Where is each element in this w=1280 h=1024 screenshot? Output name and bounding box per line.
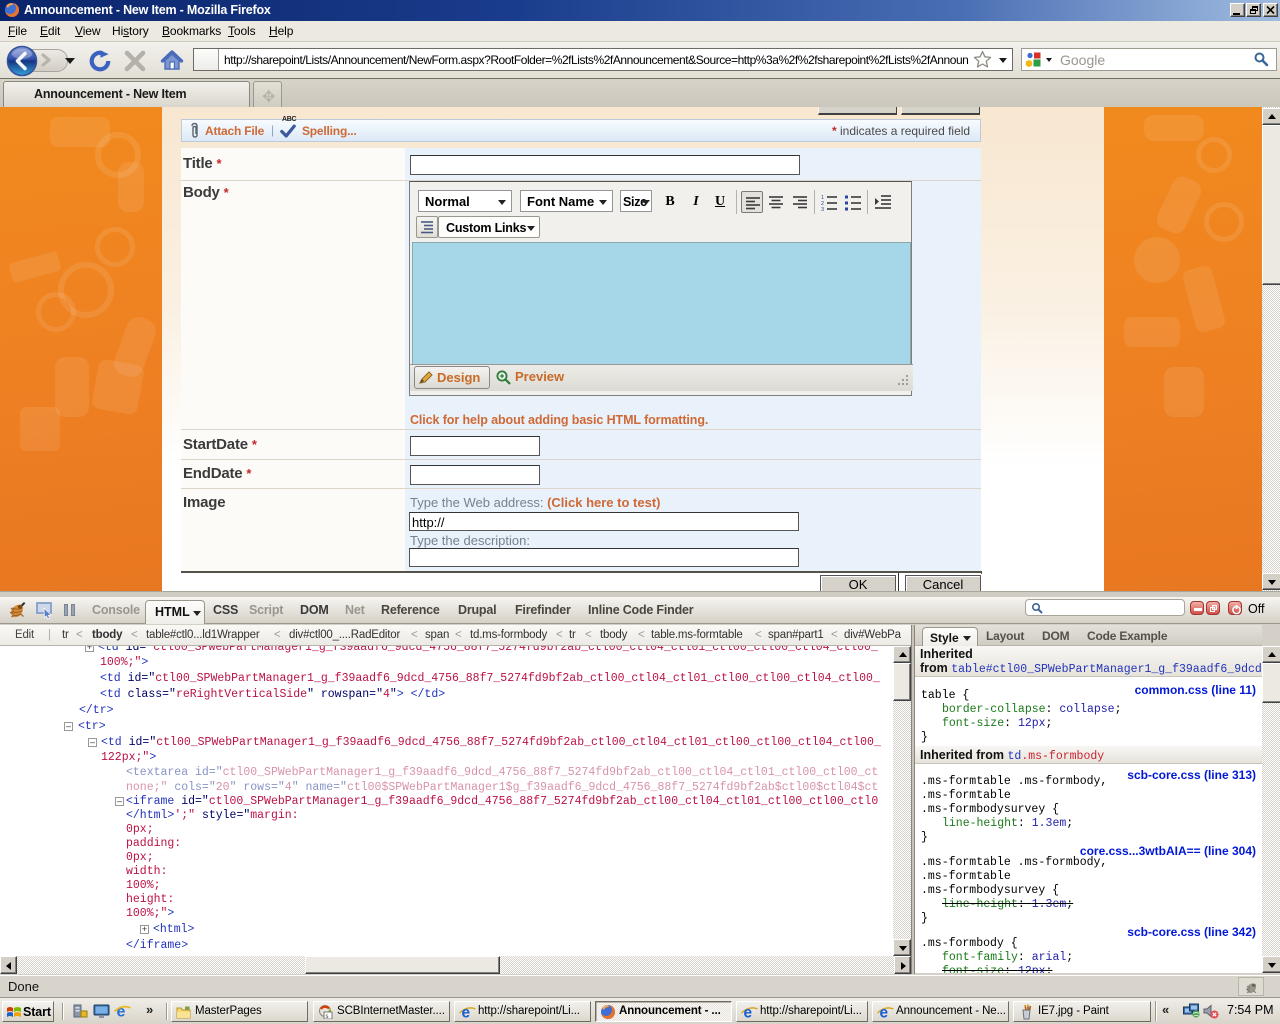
svg-text:s: s — [326, 1014, 329, 1019]
svg-text:e: e — [744, 1005, 753, 1022]
svg-text:e: e — [880, 1005, 889, 1022]
svg-text:3: 3 — [821, 207, 824, 212]
svg-text:e: e — [462, 1005, 471, 1022]
